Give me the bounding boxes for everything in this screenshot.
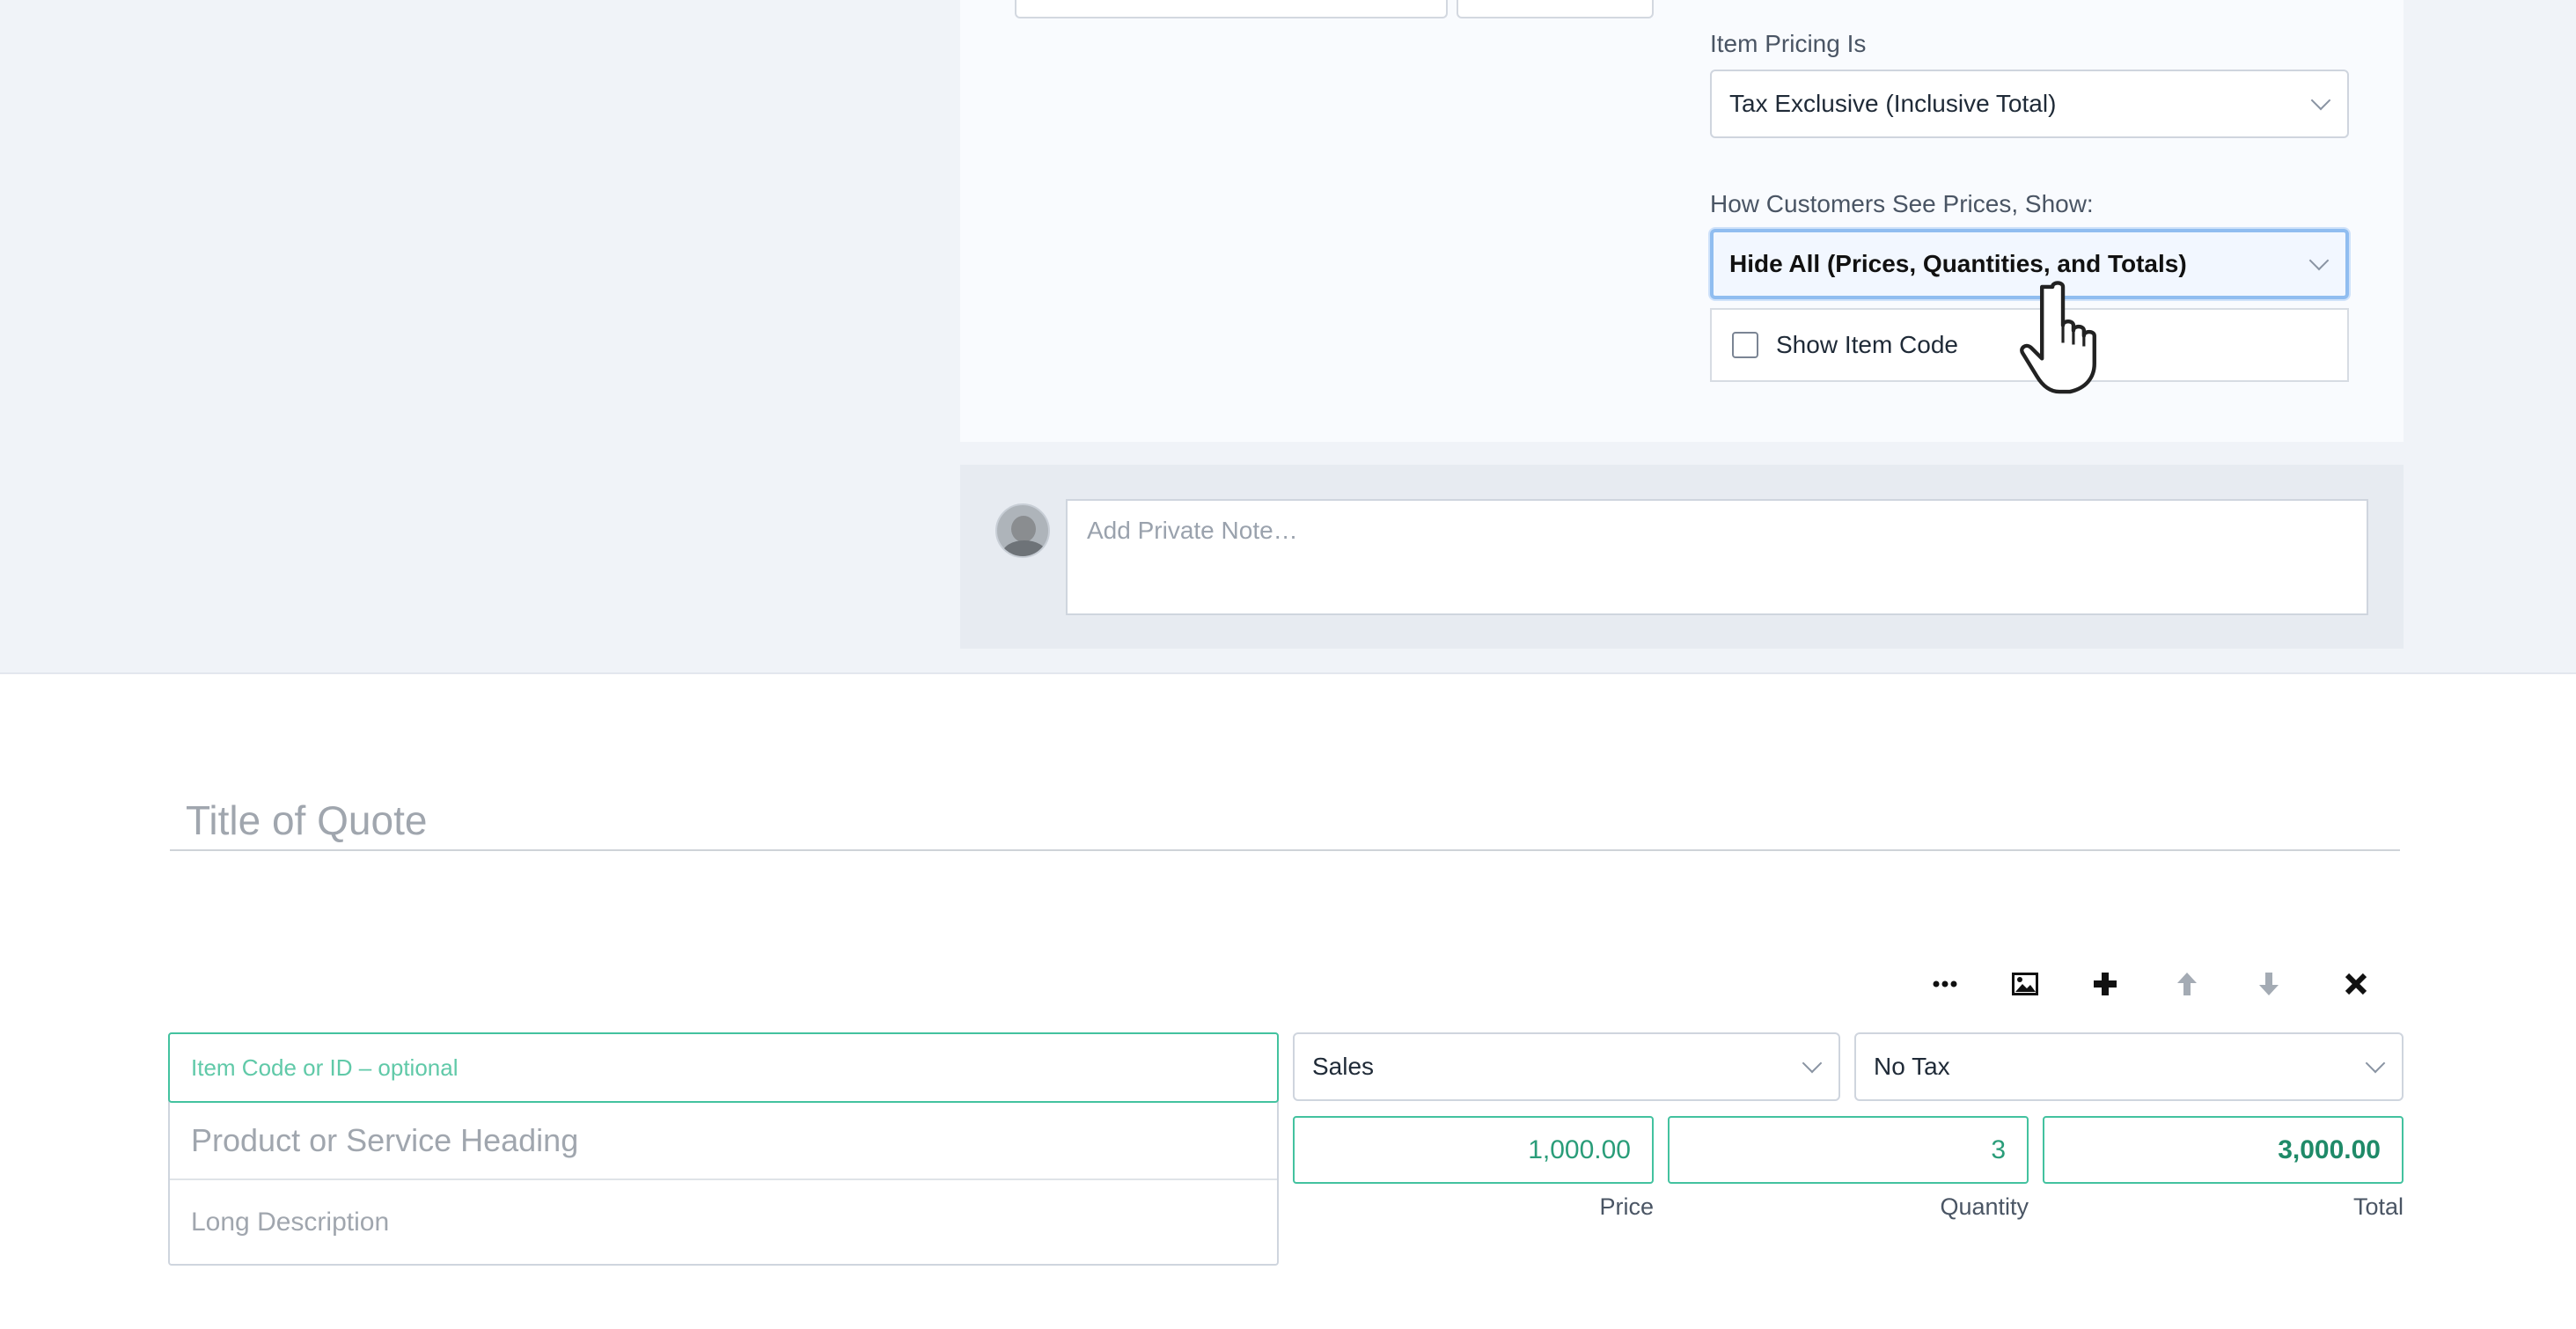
arrow-up-icon[interactable] [2161,966,2213,1002]
partial-input-left[interactable] [1015,0,1448,18]
show-item-code-checkbox[interactable] [1732,332,1758,358]
user-avatar [995,503,1050,558]
item-code-input[interactable]: Item Code or ID – optional [168,1032,1279,1103]
partial-input-right[interactable] [1457,0,1654,18]
total-input[interactable]: 3,000.00 [2043,1116,2404,1184]
plus-icon[interactable] [2079,966,2132,1002]
more-icon[interactable] [1919,966,1971,1002]
tax-select[interactable]: No Tax [1854,1032,2404,1101]
hand-pointer-cursor-icon [2020,281,2096,394]
item-description-input[interactable]: Long Description [170,1180,1277,1264]
total-label: Total [2352,1193,2404,1220]
close-icon[interactable] [2330,966,2382,1002]
arrow-down-icon[interactable] [2242,966,2295,1002]
item-pricing-select[interactable]: Tax Exclusive (Inclusive Total) [1710,70,2349,138]
quote-title-input[interactable]: Title of Quote [170,788,2400,851]
chevron-down-icon [1802,1053,1823,1074]
chevron-down-icon [2310,90,2331,111]
price-input[interactable]: 1,000.00 [1293,1116,1654,1184]
quantity-input[interactable]: 3 [1668,1116,2029,1184]
chevron-down-icon [2365,1053,2386,1074]
account-select[interactable]: Sales [1293,1032,1840,1101]
total-value: 3,000.00 [2278,1134,2381,1164]
line-item-description-block: Item Code or ID – optional Product or Se… [168,1032,1279,1266]
quote-title-placeholder: Title of Quote [186,797,428,843]
private-note-placeholder: Add Private Note… [1087,517,1298,544]
item-pricing-label: Item Pricing Is [1710,30,1867,57]
customer-view-label: How Customers See Prices, Show: [1710,190,2094,217]
item-heading-placeholder: Product or Service Heading [191,1122,579,1158]
show-item-code-label: Show Item Code [1776,331,1958,358]
chevron-down-icon [2308,250,2330,271]
image-icon[interactable] [1999,966,2051,1002]
item-pricing-value: Tax Exclusive (Inclusive Total) [1729,90,2057,117]
item-heading-input[interactable]: Product or Service Heading [170,1103,1277,1180]
tax-value: No Tax [1874,1053,1950,1080]
private-note-input[interactable]: Add Private Note… [1066,499,2368,615]
item-description-placeholder: Long Description [191,1207,390,1237]
price-label: Price [1599,1193,1654,1220]
price-value: 1,000.00 [1528,1134,1631,1164]
quantity-label: Quantity [1940,1193,2029,1220]
customer-view-value: Hide All (Prices, Quantities, and Totals… [1729,250,2187,277]
item-code-placeholder: Item Code or ID – optional [191,1054,459,1081]
quantity-value: 3 [1991,1134,2006,1164]
account-value: Sales [1312,1053,1375,1080]
